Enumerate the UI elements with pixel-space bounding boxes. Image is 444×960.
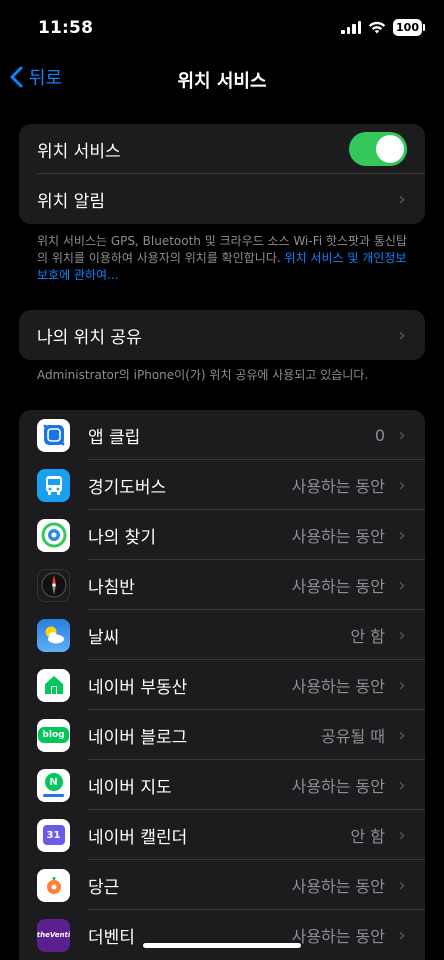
app-row-daangn[interactable]: 당근 사용하는 동안 › bbox=[19, 860, 425, 910]
chevron-right-icon: › bbox=[398, 874, 406, 896]
app-permission: 안 함 bbox=[350, 827, 385, 846]
app-permission: 사용하는 동안 bbox=[291, 477, 385, 496]
status-time: 11:58 bbox=[38, 18, 94, 38]
chevron-right-icon: › bbox=[398, 624, 406, 646]
app-name: 네이버 지도 bbox=[88, 777, 172, 798]
app-row-naver-calendar[interactable]: 31 네이버 캘린더 안 함 › bbox=[19, 810, 425, 860]
app-row-weather[interactable]: 날씨 안 함 › bbox=[19, 610, 425, 660]
bus-icon bbox=[37, 468, 70, 502]
location-services-group: 위치 서비스 위치 알림 › bbox=[19, 124, 425, 224]
chevron-right-icon: › bbox=[398, 324, 406, 346]
chevron-right-icon: › bbox=[398, 574, 406, 596]
app-permission: 사용하는 동안 bbox=[291, 877, 385, 896]
app-name: 경기도버스 bbox=[88, 477, 167, 498]
naver-realestate-icon bbox=[37, 668, 70, 702]
chevron-right-icon: › bbox=[398, 524, 406, 546]
venti-logo: theVenti bbox=[37, 931, 70, 939]
share-location-group: 나의 위치 공유 › bbox=[19, 310, 425, 360]
app-row-theventi[interactable]: theVenti 더벤티 사용하는 동안 › bbox=[19, 910, 425, 960]
share-location-footnote: Administrator의 iPhone이(가) 위치 공유에 사용되고 있습… bbox=[37, 368, 369, 382]
chevron-right-icon: › bbox=[398, 424, 406, 446]
app-name: 네이버 캘린더 bbox=[88, 827, 188, 848]
app-row-find-my[interactable]: 나의 찾기 사용하는 동안 › bbox=[19, 510, 425, 560]
daangn-icon bbox=[37, 868, 70, 902]
wifi-icon bbox=[368, 21, 386, 34]
app-name: 네이버 블로그 bbox=[88, 727, 188, 748]
page-title: 위치 서비스 bbox=[177, 71, 267, 92]
app-permission: 사용하는 동안 bbox=[291, 677, 385, 696]
chevron-right-icon: › bbox=[398, 924, 406, 946]
app-row-naver-map[interactable]: N 네이버 지도 사용하는 동안 › bbox=[19, 760, 425, 810]
chevron-right-icon: › bbox=[398, 474, 406, 496]
app-permission: 공유될 때 bbox=[321, 727, 385, 746]
app-name: 나침반 bbox=[88, 577, 135, 598]
battery-icon: 100 bbox=[393, 19, 425, 36]
map-pin: N bbox=[44, 773, 63, 791]
location-services-toggle[interactable] bbox=[349, 132, 407, 166]
weather-icon bbox=[37, 618, 70, 652]
calendar-date: 31 bbox=[42, 825, 65, 845]
app-name: 앱 클립 bbox=[88, 427, 141, 448]
home-indicator[interactable] bbox=[143, 943, 301, 948]
app-clip-icon bbox=[37, 418, 70, 452]
app-row-compass[interactable]: 나침반 사용하는 동안 › bbox=[19, 560, 425, 610]
app-row-app-clip[interactable]: 앱 클립 0 › bbox=[19, 410, 425, 460]
status-bar: 11:58 100 bbox=[0, 0, 444, 56]
naver-blog-icon: blog bbox=[37, 718, 70, 752]
chevron-right-icon: › bbox=[398, 188, 406, 210]
app-row-naver-blog[interactable]: blog 네이버 블로그 공유될 때 › bbox=[19, 710, 425, 760]
app-name: 네이버 부동산 bbox=[88, 677, 188, 698]
app-permission: 0 bbox=[374, 425, 385, 445]
location-alerts-row[interactable]: 위치 알림 › bbox=[19, 174, 425, 224]
chevron-right-icon: › bbox=[398, 674, 406, 696]
app-row-naver-realestate[interactable]: 네이버 부동산 사용하는 동안 › bbox=[19, 660, 425, 710]
app-list: 앱 클립 0 › 경기도버스 사용하는 동안 › 나의 찾기 사용하는 동안 ›… bbox=[19, 410, 425, 960]
app-name: 날씨 bbox=[88, 627, 120, 648]
toggle-knob bbox=[376, 135, 404, 163]
compass-icon bbox=[37, 568, 70, 602]
location-services-footnote: 위치 서비스는 GPS, Bluetooth 및 크라우드 소스 Wi-Fi 핫… bbox=[37, 233, 407, 284]
navigation-bar: 뒤로 위치 서비스 bbox=[0, 56, 444, 100]
naver-calendar-icon: 31 bbox=[37, 818, 70, 852]
naver-map-icon: N bbox=[37, 768, 70, 802]
location-services-label: 위치 서비스 bbox=[37, 141, 121, 162]
map-road bbox=[43, 793, 64, 797]
app-permission: 사용하는 동안 bbox=[291, 777, 385, 796]
app-permission: 안 함 bbox=[350, 627, 385, 646]
chevron-right-icon: › bbox=[398, 774, 406, 796]
blog-badge: blog bbox=[38, 727, 69, 743]
chevron-right-icon: › bbox=[398, 824, 406, 846]
app-row-gyeonggi-bus[interactable]: 경기도버스 사용하는 동안 › bbox=[19, 460, 425, 510]
status-icons: 100 bbox=[341, 19, 425, 36]
app-permission: 사용하는 동안 bbox=[291, 577, 385, 596]
find-my-icon bbox=[37, 518, 70, 552]
location-services-row: 위치 서비스 bbox=[19, 124, 425, 174]
app-name: 나의 찾기 bbox=[88, 527, 156, 548]
cellular-signal-icon bbox=[341, 21, 362, 34]
share-my-location-row[interactable]: 나의 위치 공유 › bbox=[19, 310, 425, 360]
chevron-right-icon: › bbox=[398, 724, 406, 746]
app-permission: 사용하는 동안 bbox=[291, 527, 385, 546]
location-alerts-label: 위치 알림 bbox=[37, 191, 105, 212]
theventi-icon: theVenti bbox=[37, 918, 70, 952]
app-permission: 사용하는 동안 bbox=[291, 927, 385, 946]
app-name: 당근 bbox=[88, 877, 120, 898]
share-my-location-label: 나의 위치 공유 bbox=[37, 327, 142, 348]
